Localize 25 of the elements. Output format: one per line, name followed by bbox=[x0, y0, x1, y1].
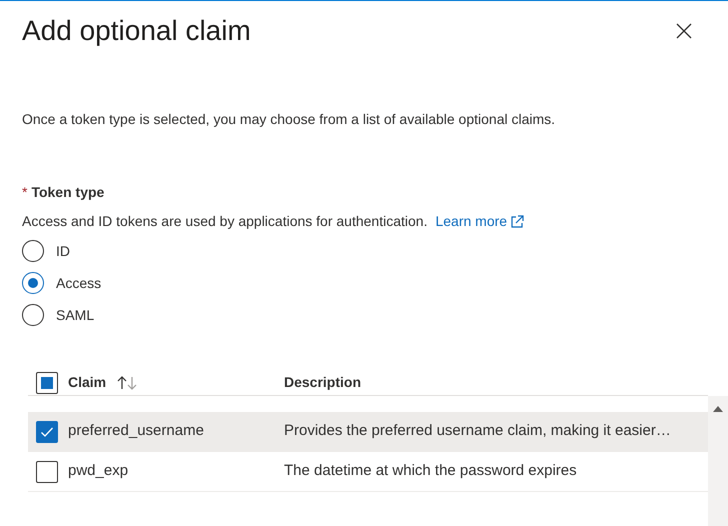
help-text: Access and ID tokens are used by applications for authentication. bbox=[22, 212, 428, 231]
checkbox[interactable] bbox=[36, 372, 58, 394]
external-link-icon bbox=[509, 214, 526, 230]
radio-option[interactable]: SAML bbox=[22, 304, 728, 326]
close-icon bbox=[676, 23, 692, 39]
checkbox[interactable] bbox=[36, 420, 58, 442]
column-header[interactable]: Description bbox=[284, 372, 362, 393]
close-button[interactable] bbox=[674, 21, 694, 41]
table-cell-text: pwd_exp bbox=[68, 461, 128, 482]
intro-text: Once a token type is selected, you may choose from a list of available optional claims. bbox=[22, 110, 556, 129]
scroll-up-icon[interactable] bbox=[713, 406, 723, 412]
scrollbar[interactable] bbox=[708, 396, 728, 526]
panel-title: Add optional claim bbox=[22, 14, 251, 48]
radio-option[interactable]: Access bbox=[22, 272, 728, 294]
radio-option[interactable]: ID bbox=[22, 240, 728, 262]
table-cell-text: Provides the preferred username claim, making it easier… bbox=[284, 421, 671, 442]
required-asterisk: * bbox=[22, 183, 28, 202]
checkbox[interactable] bbox=[36, 460, 58, 482]
table-cell-text: preferred_username bbox=[68, 421, 204, 442]
field-label: Token type bbox=[31, 183, 104, 202]
learn-more-link[interactable]: Learn more bbox=[435, 211, 526, 232]
table-cell-text: The datetime at which the password expires bbox=[284, 461, 577, 482]
column-header[interactable]: Claim bbox=[68, 372, 138, 393]
table-row[interactable]: preferred_username Provides the preferred username claim, making it easier… bbox=[28, 412, 708, 452]
sort-icon[interactable] bbox=[116, 374, 138, 390]
